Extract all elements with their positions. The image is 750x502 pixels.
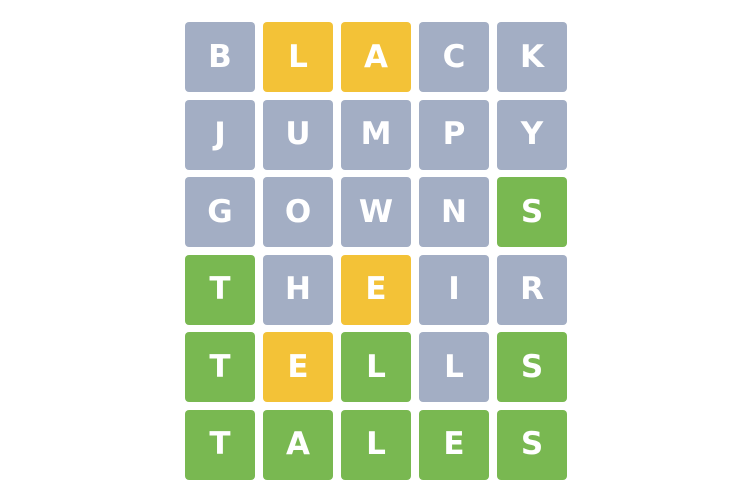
tile-r3-c2: O [263,177,333,248]
tile-r5-c4: L [419,332,489,403]
tile-r4-c2: H [263,254,333,325]
tile-r6-c2: A [263,409,333,480]
tile-r6-c3: L [341,409,411,480]
tile-r1-c5: K [497,22,567,92]
tile-r4-c1: T [185,254,255,325]
tile-r6-c4: E [419,409,489,480]
tile-r1-c3: A [341,22,411,92]
tile-r5-c1: T [185,332,255,403]
tile-r4-c3: E [341,254,411,325]
tile-r1-c4: C [419,22,489,92]
tile-r2-c1: J [185,99,255,170]
tile-r4-c5: R [497,254,567,325]
tile-r4-c4: I [419,254,489,325]
tile-r3-c4: N [419,177,489,248]
tile-r5-c5: S [497,332,567,403]
tile-r6-c5: S [497,409,567,480]
tile-r2-c4: P [419,99,489,170]
game-board: B L A C K J U M P Y G O W N S T H E I R … [185,22,567,480]
tile-r5-c2: E [263,332,333,403]
tile-r1-c2: L [263,22,333,92]
tile-r5-c3: L [341,332,411,403]
tile-r3-c5: S [497,177,567,248]
tile-r3-c1: G [185,177,255,248]
tile-r2-c5: Y [497,99,567,170]
tile-r6-c1: T [185,409,255,480]
tile-r2-c2: U [263,99,333,170]
tile-r2-c3: M [341,99,411,170]
tile-r1-c1: B [185,22,255,92]
tile-r3-c3: W [341,177,411,248]
